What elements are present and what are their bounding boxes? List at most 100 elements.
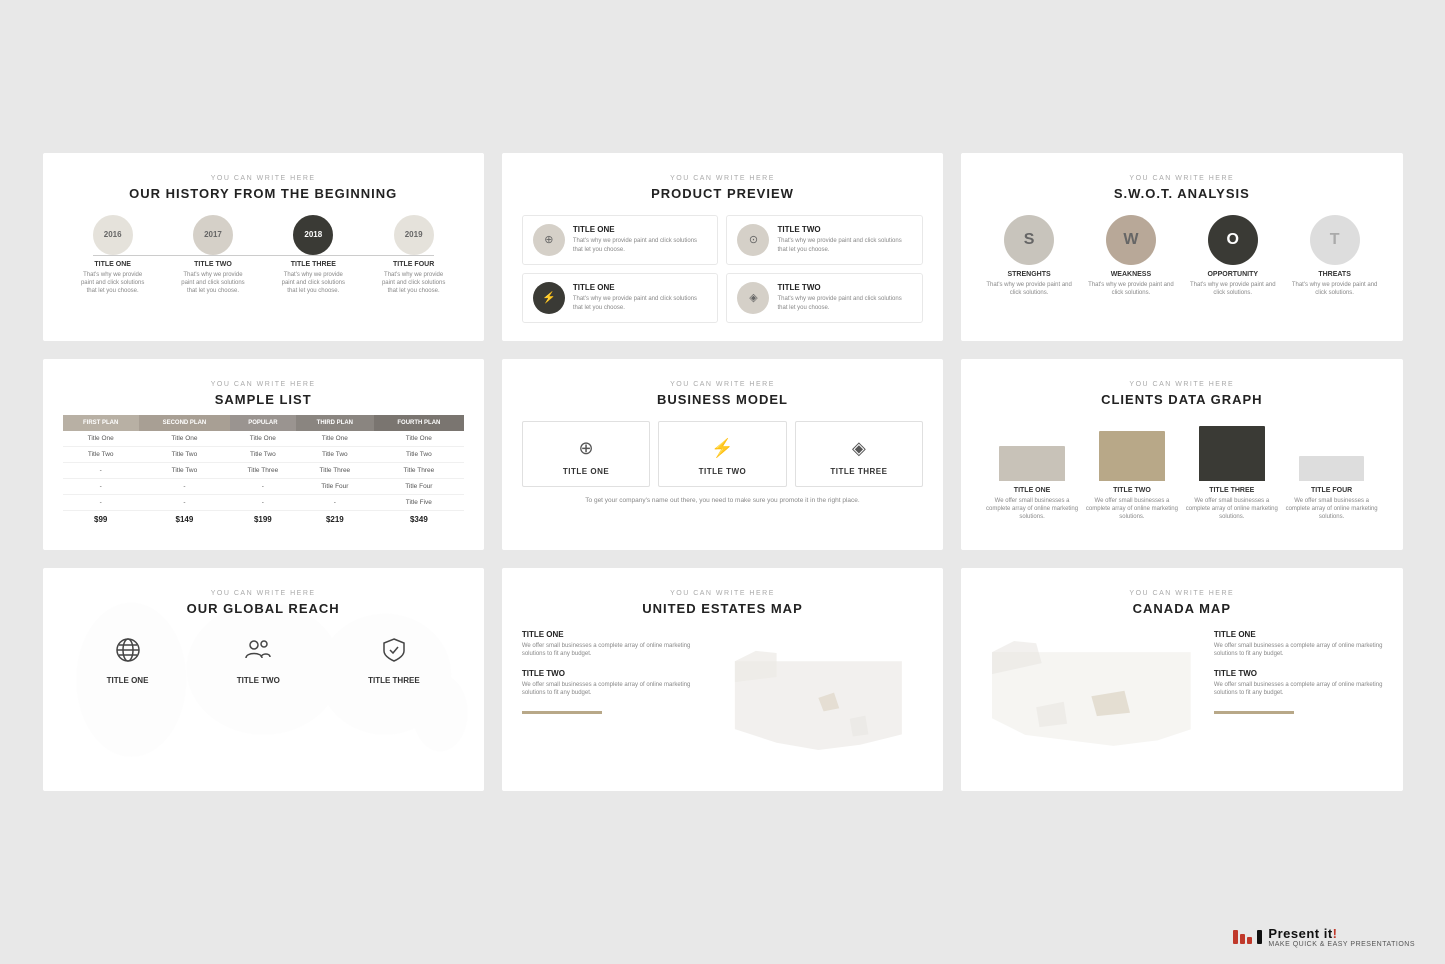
price-table: First Plan Second Plan Popular Third Pla… <box>63 415 464 528</box>
us-map-visual <box>714 630 923 766</box>
canada-map-item-1: Title Two We offer small businesses a co… <box>1214 669 1383 698</box>
graph-col-3: Title FourWe offer small businesses a co… <box>1285 421 1379 522</box>
slide-1-title: Our History From The Beginning <box>63 186 464 201</box>
slide-8-subtitle: You can write here <box>522 590 923 597</box>
price-row: $99$149$199$219$349 <box>63 510 464 528</box>
biz-model-grid: ⊕ Title One ⚡ Title Two ◈ Title Three <box>522 421 923 487</box>
product-card-text-0: Title One That's why we provide paint an… <box>573 225 708 254</box>
slide-4-title: Sample List <box>63 392 464 407</box>
product-icon-2: ⚡ <box>533 282 565 314</box>
product-card-3: ◈ Title Two That's why we provide paint … <box>726 273 923 323</box>
timeline-circle-2018: 2018 <box>293 215 333 255</box>
biz-card-0: ⊕ Title One <box>522 421 650 487</box>
us-map-item-1: Title Two We offer small businesses a co… <box>522 669 703 698</box>
timeline-desc-2: That's why we provide paint and click so… <box>281 271 346 296</box>
biz-footer: To get your company's name out there, yo… <box>522 497 923 504</box>
slide-2-title: Product Preview <box>522 186 923 201</box>
table-row: ---Title FourTitle Four <box>63 478 464 494</box>
global-icon-item-0: Title One <box>107 636 149 685</box>
slide-5-subtitle: You can write here <box>522 381 923 388</box>
people-icon <box>244 636 272 670</box>
canada-map-visual <box>981 630 1202 773</box>
slide-3-title: S.W.O.T. Analysis <box>981 186 1382 201</box>
timeline-label-0: Title One <box>94 261 131 268</box>
canada-map-svg <box>981 630 1202 773</box>
canada-map-content: Title One We offer small businesses a co… <box>981 630 1382 773</box>
product-card-text-2: Title One That's why we provide paint an… <box>573 283 708 312</box>
slide-swot: You can write here S.W.O.T. Analysis S S… <box>961 153 1402 341</box>
swot-circle-s: S <box>1004 215 1054 265</box>
col-header-0: First Plan <box>63 415 139 431</box>
brand-tagline: Make Quick & Easy Presentations <box>1268 941 1415 948</box>
canada-map-item-0: Title One We offer small businesses a co… <box>1214 630 1383 659</box>
graph-bars: Title OneWe offer small businesses a com… <box>981 421 1382 522</box>
graph-col-2: Title ThreeWe offer small businesses a c… <box>1185 421 1279 522</box>
timeline-item-0: 2016 Title One That's why we provide pai… <box>63 215 163 296</box>
brand-bar-4 <box>1257 930 1262 944</box>
timeline-desc-3: That's why we provide paint and click so… <box>381 271 446 296</box>
us-map-text: Title One We offer small businesses a co… <box>522 630 703 715</box>
product-card-text-3: Title Two That's why we provide paint an… <box>777 283 912 312</box>
table-row: ----Title Five <box>63 494 464 510</box>
swot-t: T Threats That's why we provide paint an… <box>1287 215 1383 298</box>
global-icon-item-1: Title Two <box>237 636 280 685</box>
brand-text: Present it! Make Quick & Easy Presentati… <box>1268 926 1415 948</box>
col-header-1: Second Plan <box>139 415 230 431</box>
shield-check-icon <box>380 636 408 670</box>
canada-map-bar <box>1214 711 1294 714</box>
slide-table: You can write here Sample List First Pla… <box>43 359 484 550</box>
biz-card-1: ⚡ Title Two <box>658 421 786 487</box>
swot-o: O Opportunity That's why we provide pain… <box>1185 215 1281 298</box>
timeline-item-1: 2017 Title Two That's why we provide pai… <box>163 215 263 296</box>
timeline-item-2: 2018 Title Three That's why we provide p… <box>263 215 363 296</box>
swot-row: S Strenghts That's why we provide paint … <box>981 215 1382 298</box>
canada-map-text: Title One We offer small businesses a co… <box>1214 630 1383 715</box>
biz-icon-people: ⚡ <box>711 438 733 459</box>
bar-2 <box>1199 426 1265 481</box>
global-icons-row: Title One Title Two <box>63 636 464 685</box>
timeline: 2016 Title One That's why we provide pai… <box>63 215 464 296</box>
brand-name-span: Present it <box>1268 926 1332 941</box>
brand-bar-1 <box>1233 930 1238 944</box>
brand-name: Present it! <box>1268 926 1415 941</box>
timeline-desc-1: That's why we provide paint and click so… <box>180 271 245 296</box>
slide-5-title: Business Model <box>522 392 923 407</box>
biz-card-2: ◈ Title Three <box>795 421 923 487</box>
brand-footer: Present it! Make Quick & Easy Presentati… <box>1233 926 1415 948</box>
timeline-circle-2016: 2016 <box>93 215 133 255</box>
swot-w: W Weakness That's why we provide paint a… <box>1083 215 1179 298</box>
slide-9-subtitle: You can write here <box>981 590 1382 597</box>
product-card-2: ⚡ Title One That's why we provide paint … <box>522 273 719 323</box>
table-row: Title OneTitle OneTitle OneTitle OneTitl… <box>63 431 464 447</box>
timeline-label-3: Title Four <box>393 261 434 268</box>
us-map-svg <box>714 630 923 766</box>
global-icon-item-2: Title Three <box>368 636 420 685</box>
graph-col-0: Title OneWe offer small businesses a com… <box>985 421 1079 522</box>
us-map-content: Title One We offer small businesses a co… <box>522 630 923 766</box>
timeline-label-2: Title Three <box>291 261 336 268</box>
slide-6-title: Clients Data Graph <box>981 392 1382 407</box>
slide-history: You can write here Our History From The … <box>43 153 484 341</box>
product-icon-1: ⊙ <box>737 224 769 256</box>
timeline-label-1: Title Two <box>194 261 232 268</box>
timeline-item-3: 2019 Title Four That's why we provide pa… <box>363 215 463 296</box>
table-row: -Title TwoTitle ThreeTitle ThreeTitle Th… <box>63 462 464 478</box>
slide-business: You can write here Business Model ⊕ Titl… <box>502 359 943 550</box>
table-row: Title TwoTitle TwoTitle TwoTitle TwoTitl… <box>63 446 464 462</box>
col-header-4: Fourth Plan <box>374 415 464 431</box>
brand-bar-2 <box>1240 934 1245 944</box>
slide-global: You can write here Our Global Reach Titl… <box>43 568 484 791</box>
slide-3-subtitle: You can write here <box>981 175 1382 182</box>
swot-circle-t: T <box>1310 215 1360 265</box>
swot-s: S Strenghts That's why we provide paint … <box>981 215 1077 298</box>
globe-icon <box>114 636 142 670</box>
product-icon-0: ⊕ <box>533 224 565 256</box>
timeline-desc-0: That's why we provide paint and click so… <box>80 271 145 296</box>
slide-1-subtitle: You can write here <box>63 175 464 182</box>
bar-0 <box>999 446 1065 481</box>
slide-us-map: You can write here United Estates Map Ti… <box>502 568 943 791</box>
slide-canada-map: You can write here Canada Map Title One … <box>961 568 1402 791</box>
brand-bar-3 <box>1247 937 1252 944</box>
col-header-3: Third Plan <box>296 415 374 431</box>
timeline-circle-2019: 2019 <box>394 215 434 255</box>
